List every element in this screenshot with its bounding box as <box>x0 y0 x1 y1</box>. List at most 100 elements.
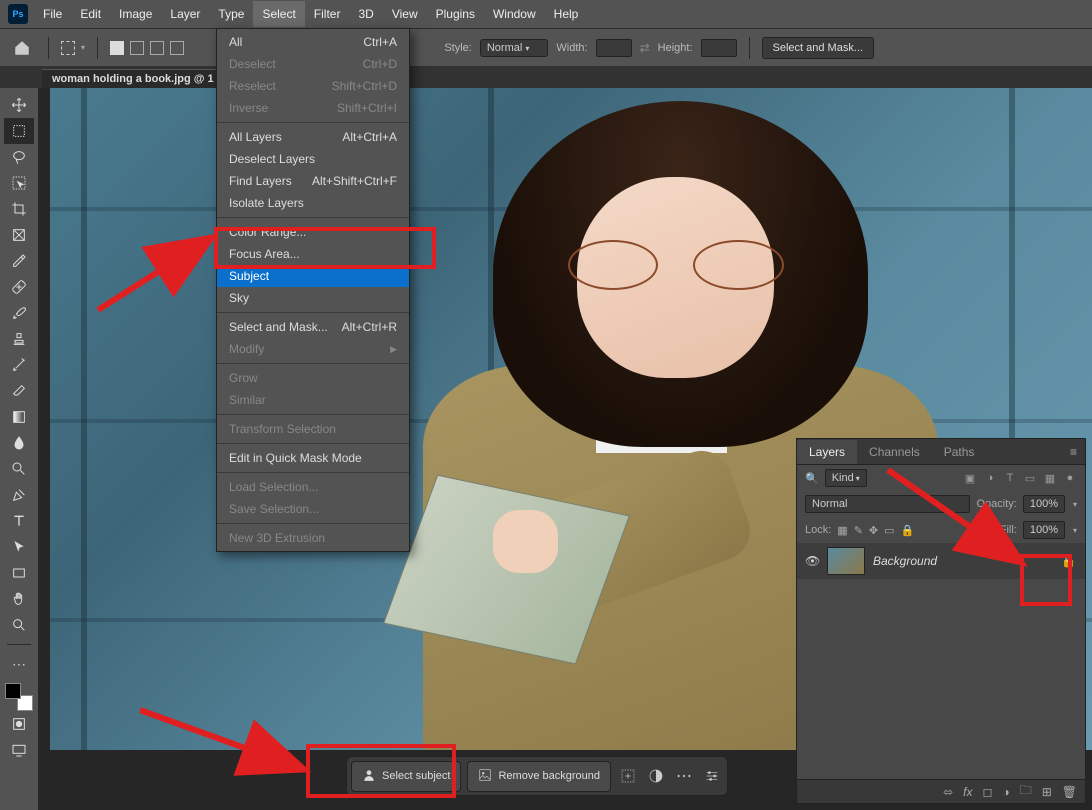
menu-item-select-and-mask[interactable]: Select and Mask...Alt+Ctrl+R <box>217 316 409 338</box>
menu-edit[interactable]: Edit <box>71 1 110 27</box>
menu-view[interactable]: View <box>383 1 427 27</box>
new-selection-icon[interactable] <box>110 41 124 55</box>
menu-plugins[interactable]: Plugins <box>427 1 484 27</box>
stamp-tool[interactable] <box>4 326 34 352</box>
filter-pixel-icon[interactable]: ▣ <box>963 471 977 485</box>
lock-artboard-icon[interactable]: ▭ <box>884 524 894 537</box>
width-input[interactable] <box>596 39 632 57</box>
quick-mask-toggle[interactable] <box>4 711 34 737</box>
layer-row-background[interactable]: 👁 Background 🔒 <box>797 543 1085 579</box>
path-selection-tool[interactable] <box>4 534 34 560</box>
channels-tab[interactable]: Channels <box>857 440 932 464</box>
menu-file[interactable]: File <box>34 1 71 27</box>
frame-tool[interactable] <box>4 222 34 248</box>
marquee-tool-preset[interactable]: ▾ <box>61 41 85 55</box>
hand-tool[interactable] <box>4 586 34 612</box>
add-selection-icon[interactable] <box>130 41 144 55</box>
select-subject-button[interactable]: Select subject <box>351 761 461 792</box>
menu-item-deselect-layers[interactable]: Deselect Layers <box>217 148 409 170</box>
new-layer-icon[interactable]: ⊞ <box>1042 785 1052 799</box>
menu-3d[interactable]: 3D <box>349 1 382 27</box>
layer-thumbnail[interactable] <box>827 547 865 575</box>
menu-item-find-layers[interactable]: Find LayersAlt+Shift+Ctrl+F <box>217 170 409 192</box>
swap-icon[interactable]: ⇄ <box>640 41 650 55</box>
lock-transparency-icon[interactable]: ▦ <box>837 524 847 537</box>
filter-kind-select[interactable]: Kind▾ <box>825 469 867 487</box>
adjustment-layer-icon[interactable]: ◑ <box>1002 785 1009 799</box>
zoom-tool[interactable] <box>4 612 34 638</box>
pen-tool[interactable] <box>4 482 34 508</box>
menu-help[interactable]: Help <box>545 1 588 27</box>
object-selection-tool[interactable] <box>4 170 34 196</box>
rectangle-tool[interactable] <box>4 560 34 586</box>
type-tool[interactable] <box>4 508 34 534</box>
lock-image-icon[interactable]: ✎ <box>854 524 863 537</box>
group-icon[interactable]: 🗀 <box>1020 781 1032 802</box>
visibility-icon[interactable]: 👁 <box>805 554 819 568</box>
menu-item-all-layers[interactable]: All LayersAlt+Ctrl+A <box>217 126 409 148</box>
edit-toolbar[interactable]: ⋯ <box>4 651 34 677</box>
layer-mask-icon[interactable]: ◻ <box>982 785 992 799</box>
opacity-input[interactable]: 100% <box>1023 495 1065 513</box>
layer-style-icon[interactable]: fx <box>963 785 972 799</box>
adjustment-icon[interactable] <box>645 765 667 787</box>
subtract-selection-icon[interactable] <box>150 41 164 55</box>
menu-item-focus-area[interactable]: Focus Area... <box>217 243 409 265</box>
marquee-tool[interactable] <box>4 118 34 144</box>
lock-all-icon[interactable]: 🔒 <box>901 524 915 537</box>
gradient-tool[interactable] <box>4 404 34 430</box>
remove-background-button[interactable]: Remove background <box>467 761 611 792</box>
generative-fill-icon[interactable] <box>617 765 639 787</box>
style-select[interactable]: Normal ▾ <box>480 39 549 57</box>
menu-layer[interactable]: Layer <box>161 1 209 27</box>
delete-layer-icon[interactable]: 🗑 <box>1062 785 1077 799</box>
paths-tab[interactable]: Paths <box>932 440 987 464</box>
eyedropper-tool[interactable] <box>4 248 34 274</box>
menu-item-color-range[interactable]: Color Range... <box>217 221 409 243</box>
blend-mode-select[interactable]: Normal <box>805 495 970 513</box>
screen-mode[interactable] <box>4 737 34 763</box>
link-layers-icon[interactable]: ⬄ <box>943 785 953 799</box>
select-and-mask-button[interactable]: Select and Mask... <box>762 37 875 59</box>
home-button[interactable] <box>8 34 36 62</box>
selection-mode-icons[interactable] <box>110 41 184 55</box>
menu-type[interactable]: Type <box>209 1 253 27</box>
history-brush-tool[interactable] <box>4 352 34 378</box>
filter-type-icon[interactable]: T <box>1003 471 1017 485</box>
layer-name[interactable]: Background <box>873 554 1053 568</box>
menu-item-sky[interactable]: Sky <box>217 287 409 309</box>
menu-item-edit-in-quick-mask-mode[interactable]: Edit in Quick Mask Mode <box>217 447 409 469</box>
menu-image[interactable]: Image <box>110 1 161 27</box>
lock-position-icon[interactable]: ✥ <box>869 524 878 537</box>
menu-item-isolate-layers[interactable]: Isolate Layers <box>217 192 409 214</box>
healing-tool[interactable] <box>4 274 34 300</box>
lock-icon[interactable]: 🔒 <box>1061 554 1077 568</box>
filter-adjustment-icon[interactable]: ◑ <box>983 471 997 485</box>
menu-filter[interactable]: Filter <box>305 1 350 27</box>
foreground-color-swatch[interactable] <box>5 683 21 699</box>
foreground-background-colors[interactable] <box>5 683 33 711</box>
more-icon[interactable]: ⋯ <box>673 765 695 787</box>
filter-toggle-icon[interactable]: ● <box>1063 471 1077 485</box>
menu-item-all[interactable]: AllCtrl+A <box>217 31 409 53</box>
blur-tool[interactable] <box>4 430 34 456</box>
fill-input[interactable]: 100% <box>1023 521 1065 539</box>
menu-window[interactable]: Window <box>484 1 545 27</box>
dodge-tool[interactable] <box>4 456 34 482</box>
properties-icon[interactable] <box>701 765 723 787</box>
brush-tool[interactable] <box>4 300 34 326</box>
layers-tab[interactable]: Layers <box>797 440 857 464</box>
menu-select[interactable]: Select <box>253 1 304 27</box>
intersect-selection-icon[interactable] <box>170 41 184 55</box>
height-input[interactable] <box>701 39 737 57</box>
lasso-tool[interactable] <box>4 144 34 170</box>
menu-item-subject[interactable]: Subject <box>217 265 409 287</box>
fill-label: Fill: <box>1000 524 1017 536</box>
document-tab[interactable]: woman holding a book.jpg @ 1 <box>42 69 224 88</box>
panel-menu-icon[interactable]: ≡ <box>1062 445 1085 459</box>
filter-shape-icon[interactable]: ▭ <box>1023 471 1037 485</box>
crop-tool[interactable] <box>4 196 34 222</box>
eraser-tool[interactable] <box>4 378 34 404</box>
move-tool[interactable] <box>4 92 34 118</box>
filter-smart-icon[interactable]: ▦ <box>1043 471 1057 485</box>
